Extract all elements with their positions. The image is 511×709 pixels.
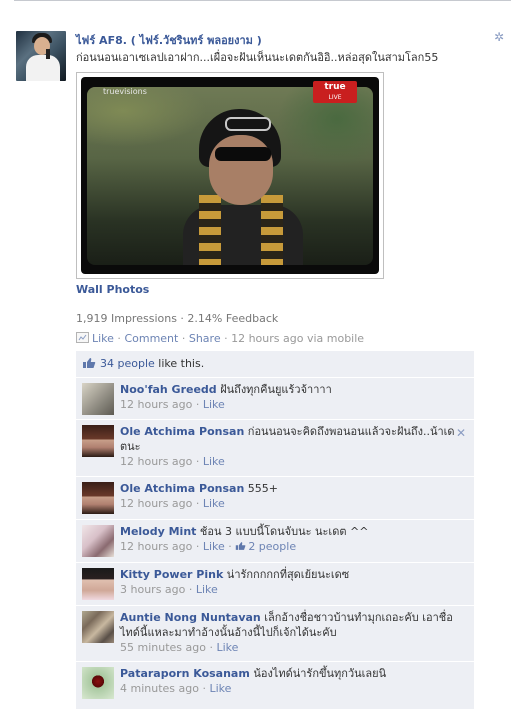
comment-like-button[interactable]: Like — [196, 583, 218, 596]
share-button[interactable]: Share — [189, 332, 221, 345]
comment-time: 12 hours ago — [120, 455, 193, 468]
commenter-avatar[interactable] — [82, 482, 114, 514]
comment-item: Melody Mint ช้อน 3 แบบนี้โดนจับนะ นะเดต … — [76, 519, 474, 562]
comment-time: 55 minutes ago — [120, 641, 206, 654]
album-link[interactable]: Wall Photos — [76, 283, 149, 296]
comment-like-button[interactable]: Like — [216, 641, 238, 654]
comment-item: Auntie Nong Nuntavan เล็กอ้างชื่อชาวบ้าน… — [76, 605, 474, 661]
comment-text: ช้อน 3 แบบนี้โดนจับนะ นะเดต ^^ — [199, 525, 369, 538]
comment-time: 12 hours ago — [120, 398, 193, 411]
feedback-panel: 34 people like this. Noo'fah Greedd ฝันถ… — [76, 351, 474, 709]
truevisions-logo: truevisions — [103, 87, 147, 96]
top-divider — [14, 0, 511, 1]
post-actions: Like · Comment · Share · 12 hours ago vi… — [76, 332, 364, 345]
comment-time: 4 minutes ago — [120, 682, 199, 695]
comment-item: Kitty Power Pink น่ารักกกกกที่สุดเย้ยนะเ… — [76, 562, 474, 605]
commenter-avatar[interactable] — [82, 611, 114, 643]
commenter-name[interactable]: Noo'fah Greedd — [120, 383, 217, 396]
commenter-name[interactable]: Melody Mint — [120, 525, 196, 538]
commenter-name[interactable]: Pataraporn Kosanam — [120, 667, 250, 680]
post-timestamp: · 12 hours ago via mobile — [224, 332, 365, 345]
like-icon — [76, 332, 89, 343]
commenter-name[interactable]: Ole Atchima Ponsan — [120, 425, 244, 438]
likes-suffix: like this. — [154, 357, 205, 370]
comment-item: Ole Atchima Ponsan 555+ 12 hours ago · L… — [76, 476, 474, 519]
thumbs-up-icon — [83, 358, 96, 368]
post-photo[interactable]: truevisions true LIVE — [76, 72, 384, 279]
comment-time: 12 hours ago — [120, 540, 193, 553]
comment-time: 3 hours ago — [120, 583, 186, 596]
comment-item: Noo'fah Greedd ฝันถึงทุกคืนยูแร้วจ้าาาา … — [76, 377, 474, 419]
comment-button[interactable]: Comment — [124, 332, 178, 345]
commenter-avatar[interactable] — [82, 525, 114, 557]
comment-text: น่ารักกกกกที่สุดเย้ยนะเดซ — [226, 568, 350, 581]
comment-item: Pataraporn Kosanam น้องไทด์น่ารักขึ้นทุก… — [76, 661, 474, 709]
commenter-avatar[interactable] — [82, 667, 114, 699]
comment-like-button[interactable]: Like — [209, 682, 231, 695]
author-avatar[interactable] — [16, 31, 66, 81]
comment-item: Ole Atchima Ponsan ก่อนนอนจะคิดถึงพอนอนแ… — [76, 419, 474, 476]
comment-time: 12 hours ago — [120, 497, 193, 510]
commenter-avatar[interactable] — [82, 568, 114, 600]
likes-count-link[interactable]: 34 people — [100, 357, 155, 370]
likes-summary: 34 people like this. — [76, 351, 474, 376]
post-author[interactable]: ไฟร์ AF8. ( ไฟร์.วัชรินทร์ พลอยงาม ) — [76, 31, 262, 49]
comment-like-button[interactable]: Like — [203, 497, 225, 510]
comment-like-button[interactable]: Like — [203, 455, 225, 468]
post-message: ก่อนนอนเอาเซเลปเอาฝาก...เผื่อจะฝันเห็นนะ… — [76, 51, 439, 64]
comment-text: ฝันถึงทุกคืนยูแร้วจ้าาาา — [220, 383, 332, 396]
commenter-name[interactable]: Auntie Nong Nuntavan — [120, 611, 261, 624]
comment-likes-count: 2 people — [248, 540, 297, 553]
comment-text: 555+ — [247, 482, 278, 495]
gear-icon[interactable]: ✲ — [494, 31, 505, 43]
commenter-avatar[interactable] — [82, 383, 114, 415]
thumbs-up-icon — [236, 542, 246, 550]
close-icon[interactable]: ✕ — [456, 426, 466, 440]
comment-text: น้องไทด์น่ารักขึ้นทุกวันเลยนิ — [253, 667, 387, 680]
like-button[interactable]: Like — [92, 332, 114, 345]
comment-likes-link[interactable]: 2 people — [235, 540, 296, 553]
commenter-avatar[interactable] — [82, 425, 114, 457]
true-live-logo: true LIVE — [313, 81, 357, 103]
commenter-name[interactable]: Ole Atchima Ponsan — [120, 482, 244, 495]
post-impressions: 1,919 Impressions · 2.14% Feedback — [76, 312, 279, 325]
commenter-name[interactable]: Kitty Power Pink — [120, 568, 223, 581]
comment-like-button[interactable]: Like — [203, 398, 225, 411]
comment-like-button[interactable]: Like — [203, 540, 225, 553]
